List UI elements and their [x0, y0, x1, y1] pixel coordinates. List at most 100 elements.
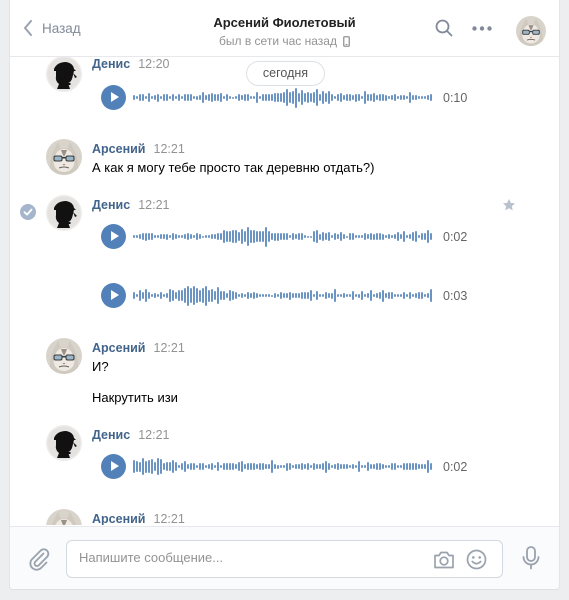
play-button[interactable]	[101, 224, 126, 249]
message-history[interactable]: сегодня Денис 12:20 0:10 Арсений 12:21 А…	[10, 57, 559, 525]
waveform-bar	[208, 289, 210, 302]
search-icon[interactable]	[435, 19, 453, 37]
waveform-bar	[160, 292, 162, 299]
waveform-bar	[181, 463, 183, 470]
author-name[interactable]: Денис	[92, 428, 130, 442]
waveform-bar	[337, 462, 339, 471]
author-name[interactable]: Арсений	[92, 512, 146, 525]
avatar[interactable]	[46, 338, 82, 374]
waveform-bar	[238, 93, 240, 102]
waveform-bar	[271, 94, 273, 101]
waveform-bar	[397, 464, 399, 469]
waveform-bar	[160, 95, 162, 100]
waveform-bar	[400, 465, 402, 468]
waveform-bar	[409, 233, 411, 240]
waveform-bar	[277, 92, 279, 103]
waveform-bar	[169, 461, 171, 472]
waveform-bar	[238, 294, 240, 297]
waveform-bar	[226, 292, 228, 299]
play-button[interactable]	[101, 85, 126, 110]
waveform-bar	[226, 462, 228, 471]
waveform-bar	[412, 462, 414, 471]
message-input-box[interactable]	[66, 540, 503, 578]
play-button[interactable]	[101, 283, 126, 308]
waveform-bar	[268, 94, 270, 101]
waveform-bar	[316, 229, 318, 244]
waveform-bar	[328, 462, 330, 471]
waveform-bar	[229, 230, 231, 243]
waveform[interactable]	[133, 283, 433, 308]
message-input[interactable]	[79, 550, 419, 565]
avatar[interactable]	[46, 57, 82, 92]
waveform-bar	[229, 463, 231, 470]
waveform-bar	[133, 95, 135, 100]
waveform-bar	[343, 464, 345, 469]
waveform-bar	[295, 233, 297, 240]
author-name[interactable]: Арсений	[92, 341, 146, 355]
waveform-bar	[304, 463, 306, 470]
waveform-bar	[298, 233, 300, 240]
waveform-bar	[421, 232, 423, 241]
waveform-bar	[196, 95, 198, 100]
waveform-bar	[289, 91, 291, 104]
waveform-bar	[346, 94, 348, 101]
attach-icon[interactable]	[27, 547, 51, 571]
chat-header: Назад Арсений Фиолетовый был в сети час …	[10, 0, 559, 57]
waveform-bar	[265, 293, 267, 298]
waveform-bar	[331, 292, 333, 299]
waveform-bar	[421, 463, 423, 470]
avatar[interactable]	[46, 425, 82, 461]
voice-message: 0:10	[101, 85, 481, 111]
microphone-icon[interactable]	[522, 546, 540, 570]
waveform-bar	[142, 458, 144, 475]
waveform-bar	[208, 464, 210, 469]
more-icon[interactable]	[472, 26, 492, 31]
waveform-bar	[397, 293, 399, 298]
waveform-bar	[274, 232, 276, 241]
camera-icon[interactable]	[433, 550, 455, 570]
waveform-bar	[334, 232, 336, 241]
author-name[interactable]: Денис	[92, 57, 130, 71]
waveform-bar	[160, 459, 162, 474]
waveform-bar	[382, 289, 384, 302]
waveform-bar	[184, 288, 186, 303]
waveform-bar	[157, 293, 159, 298]
waveform-bar	[244, 231, 246, 242]
avatar[interactable]	[46, 139, 82, 175]
waveform-bar	[232, 230, 234, 243]
back-button[interactable]: Назад	[23, 20, 81, 36]
avatar[interactable]	[46, 509, 82, 525]
waveform-bar	[157, 93, 159, 102]
waveform-bar	[355, 93, 357, 102]
waveform-bar	[253, 463, 255, 470]
contact-avatar[interactable]	[516, 16, 546, 46]
waveform-bar	[190, 463, 192, 470]
waveform-bar	[223, 291, 225, 300]
author-name[interactable]: Денис	[92, 198, 130, 212]
star-icon[interactable]	[502, 198, 516, 212]
avatar[interactable]	[46, 195, 82, 231]
voice-duration: 0:03	[443, 289, 468, 303]
waveform[interactable]	[133, 224, 433, 249]
select-check-icon[interactable]	[20, 204, 36, 220]
author-name[interactable]: Арсений	[92, 142, 146, 156]
waveform-bar	[268, 230, 270, 243]
waveform-bar	[136, 234, 138, 239]
waveform-bar	[349, 465, 351, 468]
waveform-bar	[214, 233, 216, 240]
waveform-bar	[409, 292, 411, 299]
waveform-bar	[388, 234, 390, 239]
waveform-bar	[406, 95, 408, 100]
waveform[interactable]	[133, 85, 433, 110]
waveform-bar	[346, 235, 348, 238]
waveform[interactable]	[133, 454, 433, 479]
waveform-bar	[409, 462, 411, 471]
waveform-bar	[319, 294, 321, 297]
waveform-bar	[139, 290, 141, 301]
waveform-bar	[400, 94, 402, 101]
voice-duration: 0:02	[443, 230, 468, 244]
play-button[interactable]	[101, 454, 126, 479]
emoji-icon[interactable]	[466, 549, 487, 570]
waveform-bar	[202, 287, 204, 304]
waveform-bar	[370, 93, 372, 102]
